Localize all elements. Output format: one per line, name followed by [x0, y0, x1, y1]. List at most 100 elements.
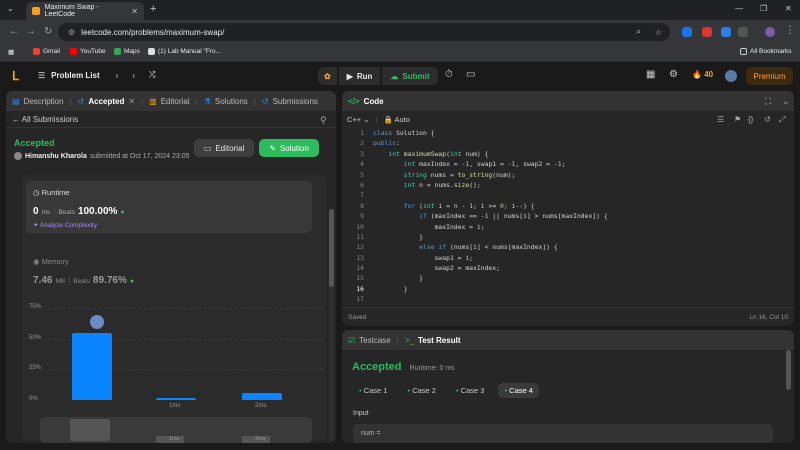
language-select[interactable]: C++ ⌄ — [347, 115, 370, 124]
collapse-icon[interactable]: ⌄ — [782, 96, 790, 107]
apps-icon[interactable]: ▦ — [8, 48, 14, 56]
chart-bar[interactable] — [72, 332, 112, 400]
bookmark-star-icon[interactable]: ☆ — [655, 28, 662, 37]
code-line[interactable]: 1 class Solution { — [346, 128, 786, 138]
new-tab-icon[interactable]: + — [150, 3, 156, 15]
reset-icon[interactable]: ↺ — [764, 115, 771, 124]
run-label: Run — [356, 71, 373, 81]
x-tick-label: 1ms — [169, 403, 181, 409]
code-line[interactable]: 10 maxIndex = i; — [346, 222, 786, 232]
all-bookmarks[interactable]: All Bookmarks — [740, 48, 792, 55]
scrollbar-thumb[interactable] — [786, 350, 791, 390]
streak-counter[interactable]: 🔥 40 — [692, 70, 713, 79]
case-tab-active[interactable]: • Case 4 — [498, 383, 539, 398]
prev-problem-icon[interactable]: ‹ — [116, 71, 119, 80]
code-line[interactable]: 4 int maxIndex = -1, swap1 = -1, swap2 =… — [346, 159, 786, 169]
streak-count: 40 — [704, 70, 714, 79]
tab-testcase[interactable]: Testcase — [359, 336, 391, 345]
bookmark-icon[interactable]: ⚑ — [734, 115, 741, 124]
code-line[interactable]: 11 } — [346, 232, 786, 242]
code-line[interactable]: 9 if (maxIndex == -1 || nums[i] > nums[m… — [346, 211, 786, 221]
debug-button[interactable]: ✿ — [318, 67, 337, 85]
run-button[interactable]: ▶ Run — [338, 67, 381, 85]
line-number: 12 — [356, 243, 364, 252]
code-text: int maxIndex = -1, swap1 = -1, swap2 = -… — [403, 160, 566, 169]
code-line[interactable]: 7 — [346, 190, 786, 200]
extension-icon[interactable] — [702, 27, 712, 37]
fullscreen-icon[interactable]: ⛶ — [765, 96, 771, 107]
auto-mode-toggle[interactable]: 🔒 Auto — [384, 115, 410, 124]
settings-gear-icon[interactable]: ⚙ — [669, 69, 678, 80]
code-text: } — [373, 274, 424, 283]
zoom-icon[interactable]: ⌕ — [636, 27, 640, 37]
code-text: for (int i = n - 1; i >= 0; i--) { — [403, 201, 535, 210]
address-bar[interactable]: ⚙ leetcode.com/problems/maximum-swap/ ⌕ … — [58, 23, 670, 41]
user-avatar[interactable] — [725, 70, 737, 82]
shuffle-icon[interactable]: ⤮ — [149, 70, 155, 80]
case-tab[interactable]: • Case 1 — [353, 383, 393, 398]
scrollbar-thumb[interactable] — [329, 209, 334, 287]
play-icon: ▶ — [346, 71, 353, 81]
line-number: 14 — [356, 264, 364, 273]
extension-icon[interactable] — [721, 27, 731, 37]
browser-tab[interactable]: Maximum Swap - LeetCode ✕ — [26, 2, 144, 20]
bookmark-maps[interactable]: Maps — [114, 48, 140, 55]
code-line[interactable]: 12 else if (nums[i] < nums[maxIndex]) { — [346, 242, 786, 252]
code-line[interactable]: 17 — [346, 294, 786, 304]
code-line[interactable]: 3 int maximumSwap(int num) { — [346, 149, 786, 159]
code-line[interactable]: 2 public: — [346, 138, 786, 148]
submit-button[interactable]: ☁ Submit — [382, 67, 438, 85]
code-line[interactable]: 6 int n = nums.size(); — [346, 180, 786, 190]
profile-avatar-icon[interactable] — [765, 27, 775, 37]
timer-icon[interactable]: ⏱ — [445, 69, 453, 80]
problem-list-link[interactable]: Problem List — [51, 71, 99, 80]
case-tab[interactable]: • Case 3 — [450, 383, 490, 398]
tab-test-result[interactable]: Test Result — [418, 336, 461, 345]
site-info-icon[interactable]: ⚙ — [68, 28, 75, 37]
close-tab-icon[interactable]: ✕ — [131, 7, 138, 16]
layout-icon[interactable]: ▦ — [646, 69, 655, 80]
bookmark-lab-manual[interactable]: (1) Lab Manual "Fro... — [148, 48, 221, 55]
code-line[interactable]: 13 swap1 = i; — [346, 253, 786, 263]
premium-button[interactable]: Premium — [746, 67, 793, 85]
extension-icon[interactable] — [682, 27, 692, 37]
notes-icon[interactable]: ▭ — [466, 69, 475, 80]
chart-bar[interactable] — [242, 392, 282, 400]
browser-menu-icon[interactable]: ⋮ — [785, 25, 795, 36]
next-problem-icon[interactable]: › — [132, 71, 135, 80]
gmail-icon — [33, 48, 40, 55]
expand-icon[interactable]: ⤢ — [779, 115, 785, 125]
editor-status-bar: Saved Ln 16, Col 10 — [342, 307, 794, 326]
bookmarks-bar: ▦ Gmail YouTube Maps (1) Lab Manual "Fro… — [0, 44, 800, 62]
case-tab[interactable]: • Case 2 — [401, 383, 441, 398]
code-line[interactable]: 8 for (int i = n - 1; i >= 0; i--) { — [346, 201, 786, 211]
case-label: Case 4 — [509, 386, 533, 395]
window-close-icon[interactable]: ✕ — [785, 4, 792, 13]
code-line[interactable]: 15 } — [346, 273, 786, 283]
chart-bar[interactable] — [156, 397, 196, 400]
code-line[interactable]: 14 swap2 = maxIndex; — [346, 263, 786, 273]
bookmark-gmail[interactable]: Gmail — [33, 48, 60, 55]
forward-icon[interactable]: → — [26, 26, 36, 37]
maximize-icon[interactable]: ❐ — [760, 4, 767, 13]
code-line[interactable]: 16 } — [346, 284, 786, 294]
input-value-box[interactable]: num = — [353, 424, 773, 443]
brush-handle[interactable] — [70, 419, 110, 441]
reload-icon[interactable]: ↻ — [44, 26, 52, 37]
code-text: string nums = to_string(num); — [403, 170, 516, 179]
code-line[interactable]: 5 string nums = to_string(num); — [346, 170, 786, 180]
bookmark-youtube[interactable]: YouTube — [70, 48, 106, 55]
leetcode-logo-icon[interactable]: ᒪ — [12, 69, 24, 83]
minimize-icon[interactable]: — — [735, 4, 743, 13]
extensions-puzzle-icon[interactable] — [738, 27, 748, 37]
test-runtime: Runtime: 0 ms — [409, 365, 455, 372]
format-icon[interactable]: ☰ — [717, 115, 724, 124]
code-lines[interactable]: 1 class Solution {2 public: 3 int maximumSw… — [346, 128, 786, 305]
braces-icon[interactable]: {} — [748, 115, 753, 124]
lock-icon: 🔒 — [383, 115, 393, 124]
back-icon[interactable]: ← — [9, 26, 19, 37]
fire-icon: 🔥 — [692, 70, 702, 79]
code-text: int maximumSwap(int num) { — [388, 149, 489, 158]
x-tick-label: 2ms — [255, 403, 267, 409]
tab-search-icon[interactable]: ⌄ — [7, 4, 14, 13]
